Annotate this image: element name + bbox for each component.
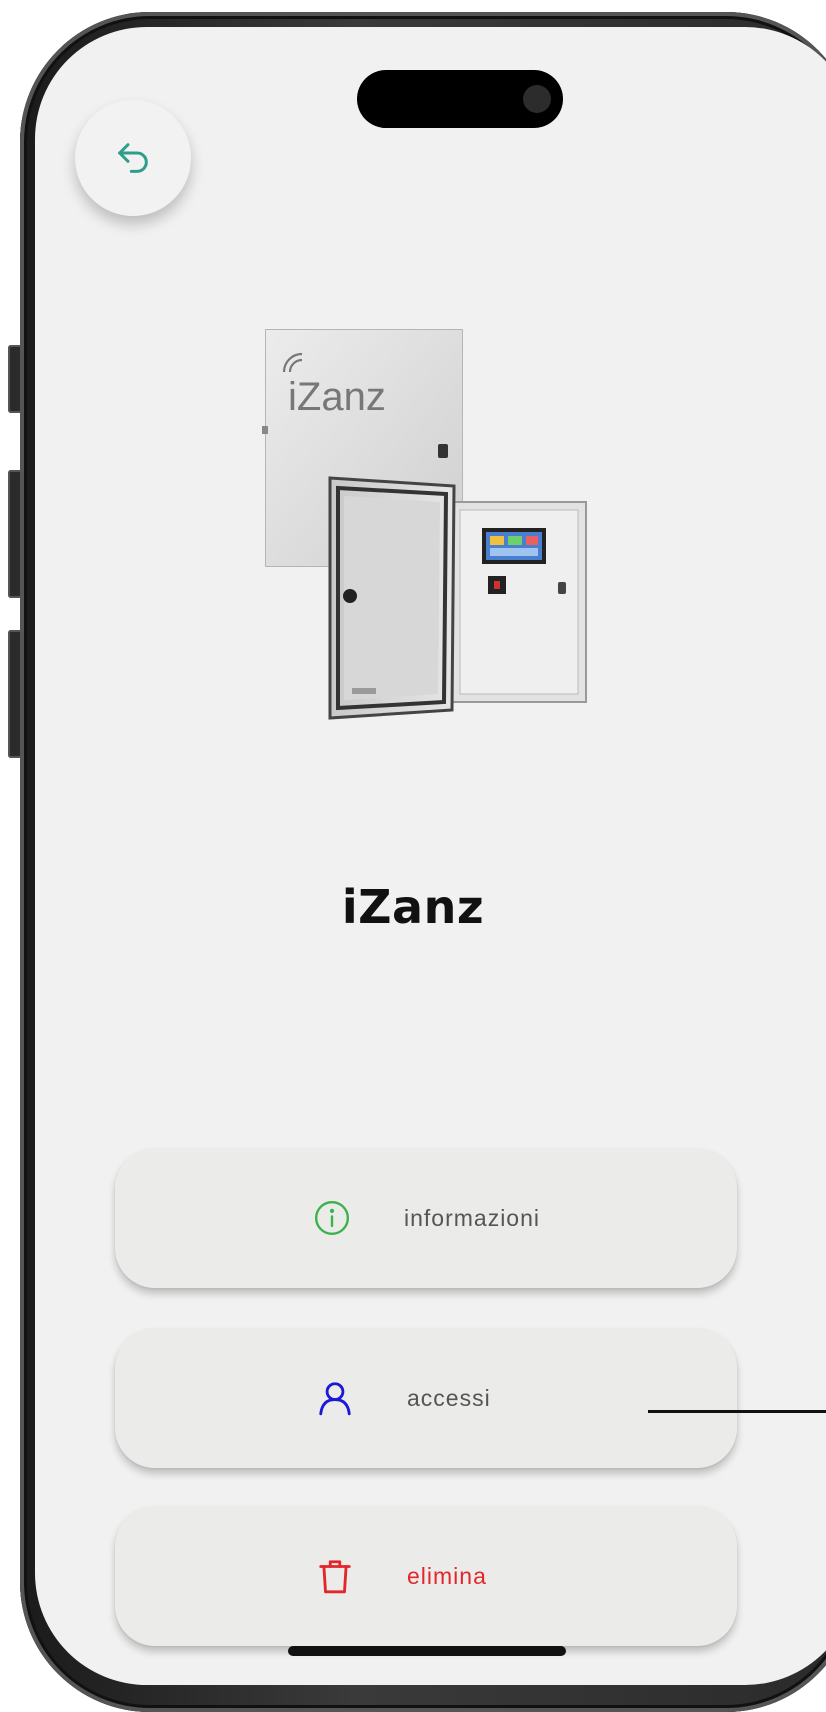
undo-arrow-icon xyxy=(118,143,148,173)
info-label: informazioni xyxy=(404,1204,540,1231)
access-label: accessi xyxy=(407,1384,491,1411)
delete-button[interactable]: elimina xyxy=(115,1506,737,1646)
access-button[interactable]: accessi xyxy=(115,1328,737,1468)
home-indicator[interactable] xyxy=(288,1646,566,1656)
device-title: iZanz xyxy=(341,880,485,934)
trash-icon xyxy=(315,1556,355,1596)
user-icon xyxy=(315,1378,355,1418)
dynamic-island xyxy=(357,70,563,128)
camera-lens xyxy=(523,85,551,113)
product-logo-text: iZanz xyxy=(288,375,386,419)
back-button[interactable] xyxy=(75,100,191,216)
info-button[interactable]: informazioni xyxy=(115,1148,737,1288)
control-panel-image: iZanz xyxy=(262,329,587,720)
delete-label: elimina xyxy=(407,1562,487,1589)
stage: iZanz iZanz informazioni accessi elimina xyxy=(0,0,826,1712)
annotation-pointer-line xyxy=(648,1410,826,1413)
info-icon xyxy=(312,1198,352,1238)
